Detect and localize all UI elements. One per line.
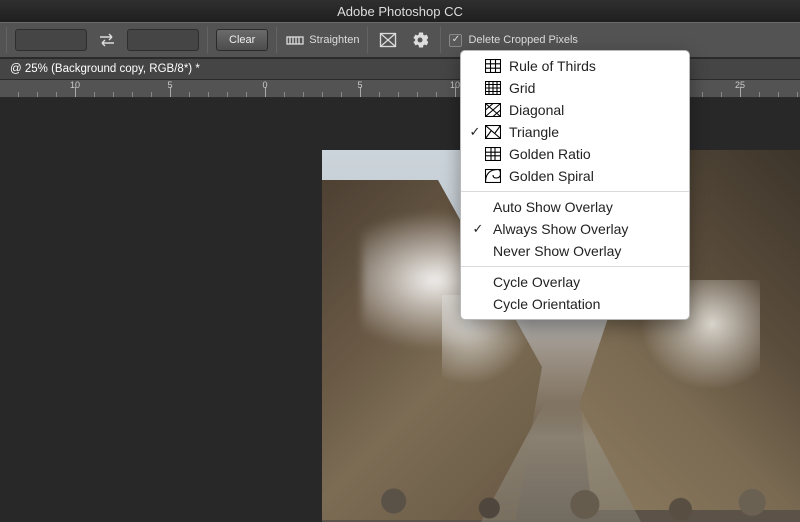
- menu-item-grid[interactable]: Grid: [461, 77, 689, 99]
- overlay-grid-icon: [379, 32, 397, 48]
- checkbox-icon: [449, 34, 462, 47]
- clear-button[interactable]: Clear: [216, 29, 268, 51]
- menu-item-label: Auto Show Overlay: [489, 199, 679, 215]
- window-titlebar: Adobe Photoshop CC: [0, 0, 800, 22]
- ruler-number: 10: [70, 80, 80, 90]
- app-title: Adobe Photoshop CC: [337, 4, 463, 19]
- menu-item-label: Rule of Thirds: [509, 58, 679, 74]
- check-icon: ✓: [467, 221, 489, 237]
- menu-item-label: Cycle Overlay: [489, 274, 679, 290]
- ruler-number: 0: [262, 80, 267, 90]
- triangle-icon: [483, 124, 503, 140]
- menu-item-label: Golden Ratio: [509, 146, 679, 162]
- ruler-number: 5: [357, 80, 362, 90]
- clear-button-label: Clear: [229, 34, 255, 46]
- delete-cropped-checkbox[interactable]: Delete Cropped Pixels: [449, 34, 577, 47]
- gear-icon: [412, 32, 428, 48]
- swap-dimensions-button[interactable]: [95, 29, 119, 51]
- divider: [276, 27, 277, 53]
- photo-region: [322, 452, 800, 522]
- menu-item-diagonal[interactable]: Diagonal: [461, 99, 689, 121]
- ruler-number: 25: [735, 80, 745, 90]
- crop-settings-button[interactable]: [408, 29, 432, 51]
- aspect-height-field[interactable]: [127, 29, 199, 51]
- rule-thirds-icon: [483, 58, 503, 74]
- diagonal-icon: [483, 102, 503, 118]
- menu-item-label: Cycle Orientation: [489, 296, 679, 312]
- overlay-options-button[interactable]: [376, 29, 400, 51]
- aspect-width-field[interactable]: [15, 29, 87, 51]
- menu-item-rule-thirds[interactable]: Rule of Thirds: [461, 55, 689, 77]
- grid-icon: [483, 80, 503, 96]
- check-icon: ✓: [467, 124, 483, 140]
- menu-separator: [461, 191, 689, 192]
- menu-item-label: Always Show Overlay: [489, 221, 679, 237]
- ruler-number: 10: [450, 80, 460, 90]
- menu-item-triangle[interactable]: ✓ Triangle: [461, 121, 689, 143]
- straighten-icon: [285, 32, 305, 48]
- divider: [367, 27, 368, 53]
- menu-item-always-show[interactable]: ✓Always Show Overlay: [461, 218, 689, 240]
- ruler-number: 5: [167, 80, 172, 90]
- menu-item-label: Never Show Overlay: [489, 243, 679, 259]
- menu-item-label: Triangle: [509, 124, 679, 140]
- golden-ratio-icon: [483, 146, 503, 162]
- overlay-options-menu: Rule of Thirds Grid Diagonal ✓ Triangle Golde…: [460, 50, 690, 320]
- straighten-label: Straighten: [309, 34, 359, 46]
- delete-cropped-label: Delete Cropped Pixels: [468, 34, 577, 46]
- menu-item-golden-ratio[interactable]: Golden Ratio: [461, 143, 689, 165]
- menu-separator: [461, 266, 689, 267]
- menu-item-auto-show[interactable]: Auto Show Overlay: [461, 196, 689, 218]
- divider: [207, 27, 208, 53]
- menu-item-label: Diagonal: [509, 102, 679, 118]
- golden-spiral-icon: [483, 168, 503, 184]
- menu-item-cycle-overlay[interactable]: Cycle Overlay: [461, 271, 689, 293]
- menu-item-never-show[interactable]: Never Show Overlay: [461, 240, 689, 262]
- document-tab-title: @ 25% (Background copy, RGB/8*) *: [10, 63, 200, 75]
- menu-item-label: Golden Spiral: [509, 168, 679, 184]
- menu-item-golden-spiral[interactable]: Golden Spiral: [461, 165, 689, 187]
- menu-item-cycle-orientation[interactable]: Cycle Orientation: [461, 293, 689, 315]
- straighten-button[interactable]: Straighten: [285, 32, 359, 48]
- divider: [440, 27, 441, 53]
- menu-item-label: Grid: [509, 80, 679, 96]
- divider: [6, 27, 7, 53]
